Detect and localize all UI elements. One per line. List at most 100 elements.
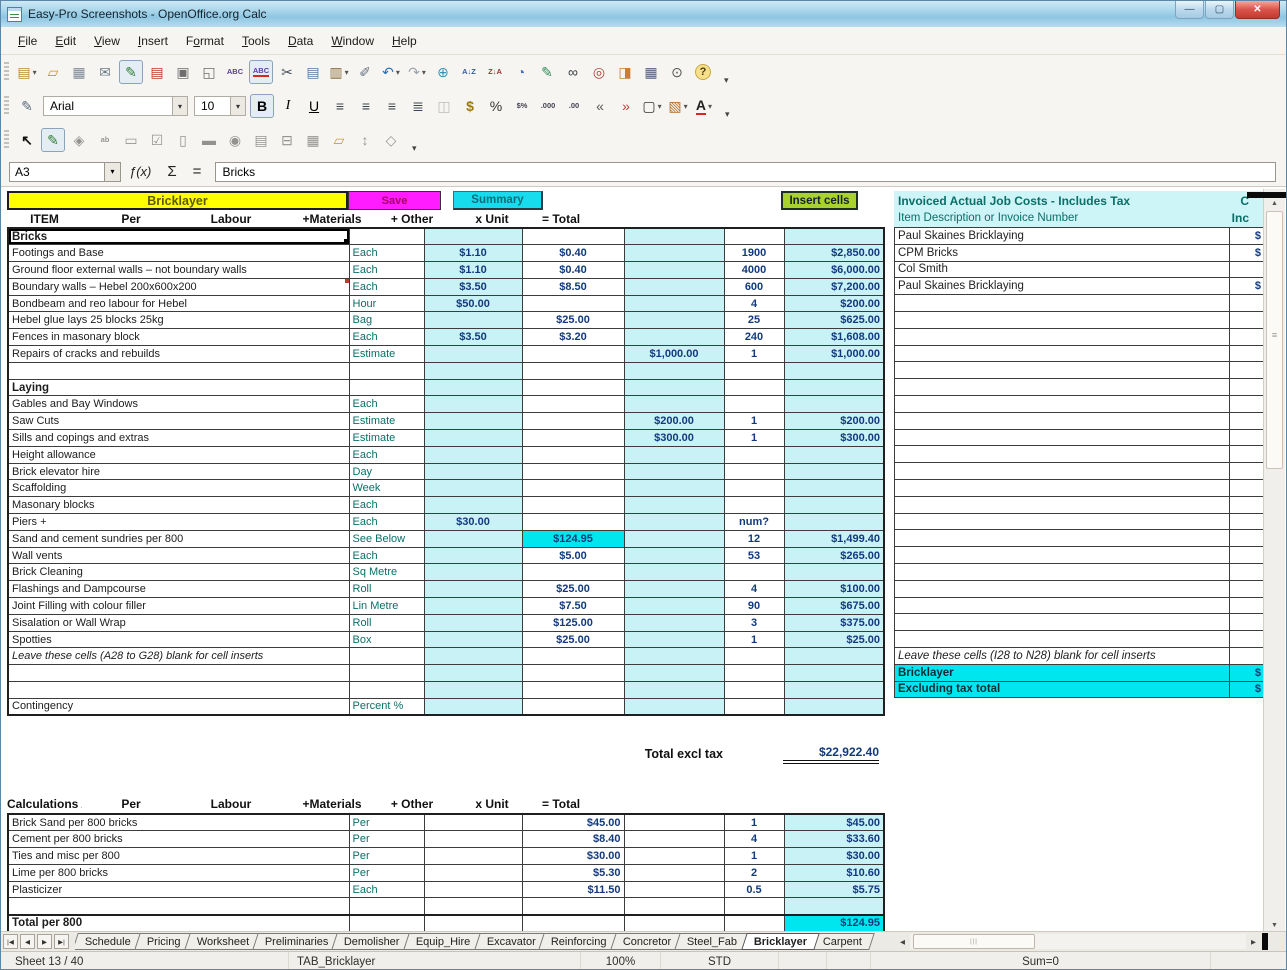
redo-icon[interactable]: ↷ ▾ — [405, 60, 429, 84]
add-decimal-icon[interactable]: .000 — [536, 94, 560, 118]
materials-cell[interactable] — [521, 412, 625, 431]
materials-cell[interactable]: $3.20 — [521, 328, 625, 347]
other-cell[interactable]: $1,000.00 — [623, 345, 725, 363]
per-cell[interactable] — [348, 913, 425, 931]
other-cell[interactable] — [623, 462, 725, 481]
total-cell[interactable]: $25.00 — [783, 630, 885, 649]
per-cell[interactable]: Per — [348, 830, 425, 849]
other-cell[interactable] — [623, 261, 725, 279]
unit-cell[interactable] — [723, 479, 785, 498]
unit-cell[interactable]: 1 — [723, 412, 785, 431]
labour-cell[interactable]: $3.50 — [423, 328, 523, 347]
other-cell[interactable] — [623, 830, 725, 849]
labour-cell[interactable] — [423, 830, 523, 849]
materials-cell[interactable] — [521, 429, 625, 447]
other-cell[interactable] — [623, 697, 725, 716]
unit-cell[interactable]: 25 — [723, 311, 785, 330]
item-cell[interactable]: Joint Filling with colour filler — [7, 597, 350, 615]
invoice-amount-cell[interactable] — [1229, 378, 1264, 396]
invoice-amount-cell[interactable] — [1229, 327, 1264, 346]
toolbar-grip[interactable] — [4, 62, 9, 82]
increase-indent-icon[interactable]: » — [614, 94, 638, 118]
invoice-description-cell[interactable] — [894, 310, 1230, 329]
invoice-amount-cell[interactable] — [1229, 613, 1264, 632]
invoice-description-cell[interactable] — [894, 579, 1230, 598]
item-cell[interactable] — [7, 681, 350, 699]
dropdown-arrow-icon[interactable]: ▾ — [422, 68, 426, 77]
invoice-amount-cell[interactable]: $ — [1229, 277, 1264, 296]
total-cell[interactable]: $200.00 — [783, 412, 885, 431]
invoice-amount-cell[interactable]: $ — [1229, 243, 1264, 262]
labour-cell[interactable] — [423, 563, 523, 582]
chevron-down-icon[interactable]: ▾ — [104, 162, 120, 181]
per-cell[interactable]: Roll — [348, 580, 425, 599]
total-cell[interactable] — [783, 664, 885, 683]
invoice-description-cell[interactable] — [894, 411, 1230, 430]
chart-icon[interactable]: ◔ — [509, 60, 533, 84]
sheet-tab[interactable]: Carpent — [809, 933, 875, 950]
item-cell[interactable]: Height allowance — [7, 445, 350, 464]
menu-item[interactable]: Help — [383, 29, 426, 53]
materials-cell[interactable] — [521, 664, 625, 683]
form-design-icon[interactable]: ▱ — [327, 128, 351, 152]
dropdown-arrow-icon[interactable]: ▾ — [658, 102, 662, 111]
per-cell[interactable] — [348, 647, 425, 666]
labour-cell[interactable] — [423, 880, 523, 899]
unit-cell[interactable]: 600 — [723, 277, 785, 296]
invoice-amount-cell[interactable] — [1229, 394, 1264, 413]
item-cell[interactable]: Wall vents — [7, 546, 350, 565]
per-cell[interactable]: Box — [348, 630, 425, 649]
invoice-description-cell[interactable] — [894, 613, 1230, 632]
align-justify-icon[interactable]: ≣ — [406, 94, 430, 118]
invoice-description-cell[interactable] — [894, 394, 1230, 413]
item-cell[interactable]: Brick elevator hire — [7, 462, 350, 481]
materials-cell[interactable]: $45.00 — [521, 813, 625, 832]
currency-format-icon[interactable]: $ — [458, 94, 482, 118]
minimize-button[interactable]: — — [1175, 1, 1204, 19]
materials-cell[interactable] — [521, 647, 625, 666]
other-cell[interactable] — [623, 361, 725, 380]
align-right-icon[interactable]: ≡ — [380, 94, 404, 118]
item-cell[interactable]: Cement per 800 bricks — [7, 830, 350, 849]
export-pdf-icon[interactable]: ▤ — [145, 60, 169, 84]
materials-cell[interactable] — [521, 496, 625, 515]
unit-cell[interactable] — [723, 378, 785, 397]
total-cell[interactable]: $124.95 — [783, 913, 885, 931]
font-name-combo[interactable]: Arial ▾ — [43, 96, 188, 116]
dropdown-arrow-icon[interactable]: ▾ — [33, 68, 37, 77]
item-cell[interactable]: Laying — [7, 378, 350, 397]
per-cell[interactable]: Each — [348, 546, 425, 565]
bold-icon[interactable]: B — [250, 94, 274, 118]
sheet-tab[interactable]: Steel_Fab — [674, 933, 751, 950]
item-cell[interactable]: Brick Cleaning — [7, 563, 350, 582]
item-cell[interactable]: Total per 800 — [7, 913, 350, 931]
last-sheet-button[interactable]: ▶| — [54, 934, 69, 949]
first-sheet-button[interactable]: |◀ — [3, 934, 18, 949]
total-cell[interactable] — [783, 378, 885, 397]
materials-cell[interactable]: $8.50 — [521, 277, 625, 296]
labour-cell[interactable] — [423, 546, 523, 565]
chevron-down-icon[interactable]: ▾ — [172, 97, 187, 115]
materials-cell[interactable]: $5.30 — [521, 863, 625, 882]
labour-cell[interactable]: $30.00 — [423, 513, 523, 531]
bricklayer-title-cell[interactable]: Bricklayer — [7, 191, 348, 210]
unit-cell[interactable]: 53 — [723, 546, 785, 565]
edit-file-icon[interactable]: ✎ — [119, 60, 143, 84]
invoice-amount-cell[interactable] — [1229, 445, 1264, 464]
materials-cell[interactable]: $25.00 — [521, 311, 625, 330]
hyperlink-icon[interactable]: ⊕ — [431, 60, 455, 84]
other-cell[interactable] — [623, 529, 725, 548]
invoice-amount-cell[interactable] — [1229, 260, 1264, 279]
unit-cell[interactable] — [723, 664, 785, 683]
total-cell[interactable] — [783, 462, 885, 481]
unit-cell[interactable]: 1 — [723, 813, 785, 832]
labour-cell[interactable]: $1.10 — [423, 261, 523, 279]
font-color-icon[interactable]: A ▾ — [692, 94, 716, 118]
other-cell[interactable] — [623, 597, 725, 615]
unit-cell[interactable] — [723, 647, 785, 666]
other-cell[interactable] — [623, 445, 725, 464]
total-cell[interactable]: $625.00 — [783, 311, 885, 330]
dropdown-arrow-icon[interactable]: ▾ — [708, 102, 712, 111]
invoice-amount-cell[interactable] — [1229, 529, 1264, 548]
materials-cell[interactable] — [521, 395, 625, 414]
